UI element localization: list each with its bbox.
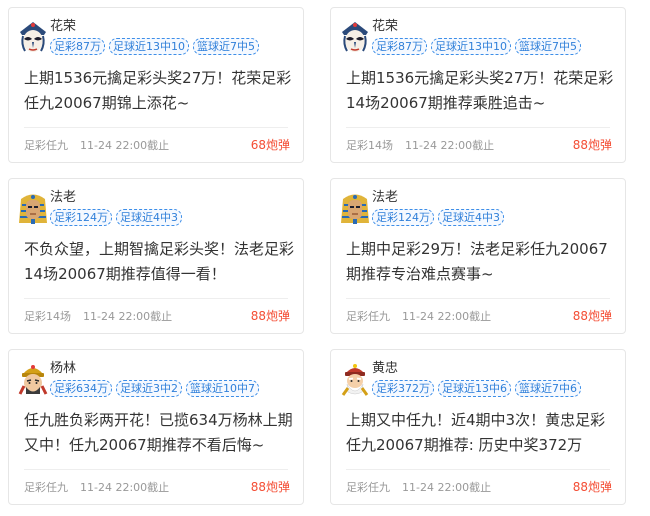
achievement-badge: 足彩87万 — [50, 38, 105, 55]
divider — [24, 298, 288, 299]
author-name[interactable]: 杨林 — [50, 361, 76, 377]
price-label: 88炮弹 — [572, 309, 612, 323]
lottery-category: 足彩14场 — [24, 310, 71, 323]
divider — [346, 127, 610, 128]
article-title[interactable]: 不负众望，上期智擒足彩头奖！法老足彩14场20067期推荐值得一看！ — [24, 237, 296, 287]
achievement-badge: 足球近3中2 — [116, 380, 182, 397]
price-label: 68炮弹 — [250, 138, 290, 152]
lottery-category: 足彩任九 — [24, 139, 68, 152]
divider — [346, 298, 610, 299]
author-name[interactable]: 花荣 — [372, 19, 398, 35]
article-meta: 足彩任九 11-24 22:00截止 — [24, 481, 169, 495]
pharaoh-avatar-icon[interactable] — [16, 191, 50, 225]
peking-opera-mask-avatar-icon[interactable] — [338, 20, 372, 54]
deadline-time: 11-24 22:00截止 — [80, 481, 170, 494]
achievement-badge: 篮球近7中5 — [193, 38, 259, 55]
deadline-time: 11-24 22:00截止 — [83, 310, 173, 323]
author-name[interactable]: 花荣 — [50, 19, 76, 35]
deadline-time: 11-24 22:00截止 — [80, 139, 170, 152]
lottery-category: 足彩任九 — [346, 481, 390, 494]
deadline-time: 11-24 22:00截止 — [402, 310, 492, 323]
price-label: 88炮弹 — [250, 309, 290, 323]
achievement-badge: 足球近13中6 — [438, 380, 511, 397]
author-tags: 足彩634万 足球近3中2 篮球近10中7 — [50, 380, 259, 397]
article-title[interactable]: 上期1536元擒足彩头奖27万！花荣足彩14场20067期推荐乘胜追击~ — [346, 66, 618, 116]
deadline-time: 11-24 22:00截止 — [402, 481, 492, 494]
article-meta: 足彩任九 11-24 22:00截止 — [346, 481, 491, 495]
article-title[interactable]: 上期1536元擒足彩头奖27万！花荣足彩任九20067期锦上添花~ — [24, 66, 296, 116]
author-tags: 足彩124万 足球近4中3 — [50, 209, 182, 226]
achievement-badge: 足球近4中3 — [438, 209, 504, 226]
article-meta: 足彩任九 11-24 22:00截止 — [346, 310, 491, 324]
article-card[interactable]: 黄忠 足彩372万 足球近13中6 篮球近7中6 上期又中任九！近4期中3次！黄… — [330, 349, 626, 505]
article-meta: 足彩14场 11-24 22:00截止 — [24, 310, 172, 324]
article-title[interactable]: 上期又中任九！近4期中3次！黄忠足彩任九20067期推荐: 历史中奖372万 — [346, 408, 618, 458]
article-card[interactable]: 法老 足彩124万 足球近4中3 不负众望，上期智擒足彩头奖！法老足彩14场20… — [8, 178, 304, 334]
author-tags: 足彩87万 足球近13中10 篮球近7中5 — [372, 38, 581, 55]
achievement-badge: 篮球近7中5 — [515, 38, 581, 55]
ancient-general-avatar-icon[interactable] — [16, 362, 50, 396]
author-name[interactable]: 法老 — [50, 190, 76, 206]
price-label: 88炮弹 — [250, 480, 290, 494]
peking-opera-mask-avatar-icon[interactable] — [16, 20, 50, 54]
achievement-badge: 篮球近10中7 — [186, 380, 259, 397]
author-name[interactable]: 法老 — [372, 190, 398, 206]
article-title[interactable]: 上期中足彩29万！法老足彩任九20067期推荐专治难点赛事~ — [346, 237, 618, 287]
achievement-badge: 足彩634万 — [50, 380, 112, 397]
achievement-badge: 足球近13中10 — [109, 38, 189, 55]
article-meta: 足彩14场 11-24 22:00截止 — [346, 139, 494, 153]
achievement-badge: 足彩124万 — [372, 209, 434, 226]
achievement-badge: 篮球近7中6 — [515, 380, 581, 397]
author-name[interactable]: 黄忠 — [372, 361, 398, 377]
author-tags: 足彩372万 足球近13中6 篮球近7中6 — [372, 380, 581, 397]
author-tags: 足彩87万 足球近13中10 篮球近7中5 — [50, 38, 259, 55]
divider — [24, 127, 288, 128]
article-title[interactable]: 任九胜负彩两开花！已揽634万杨林上期又中！任九20067期推荐不看后悔~ — [24, 408, 296, 458]
pharaoh-avatar-icon[interactable] — [338, 191, 372, 225]
price-label: 88炮弹 — [572, 138, 612, 152]
author-tags: 足彩124万 足球近4中3 — [372, 209, 504, 226]
divider — [346, 469, 610, 470]
divider — [24, 469, 288, 470]
lottery-category: 足彩14场 — [346, 139, 393, 152]
deadline-time: 11-24 22:00截止 — [405, 139, 495, 152]
achievement-badge: 足球近13中10 — [431, 38, 511, 55]
article-meta: 足彩任九 11-24 22:00截止 — [24, 139, 169, 153]
lottery-category: 足彩任九 — [24, 481, 68, 494]
article-card[interactable]: 杨林 足彩634万 足球近3中2 篮球近10中7 任九胜负彩两开花！已揽634万… — [8, 349, 304, 505]
lottery-category: 足彩任九 — [346, 310, 390, 323]
article-card[interactable]: 花荣 足彩87万 足球近13中10 篮球近7中5 上期1536元擒足彩头奖27万… — [8, 7, 304, 163]
article-card[interactable]: 法老 足彩124万 足球近4中3 上期中足彩29万！法老足彩任九20067期推荐… — [330, 178, 626, 334]
achievement-badge: 足彩372万 — [372, 380, 434, 397]
old-general-avatar-icon[interactable] — [338, 362, 372, 396]
achievement-badge: 足彩124万 — [50, 209, 112, 226]
achievement-badge: 足球近4中3 — [116, 209, 182, 226]
price-label: 88炮弹 — [572, 480, 612, 494]
article-card[interactable]: 花荣 足彩87万 足球近13中10 篮球近7中5 上期1536元擒足彩头奖27万… — [330, 7, 626, 163]
achievement-badge: 足彩87万 — [372, 38, 427, 55]
